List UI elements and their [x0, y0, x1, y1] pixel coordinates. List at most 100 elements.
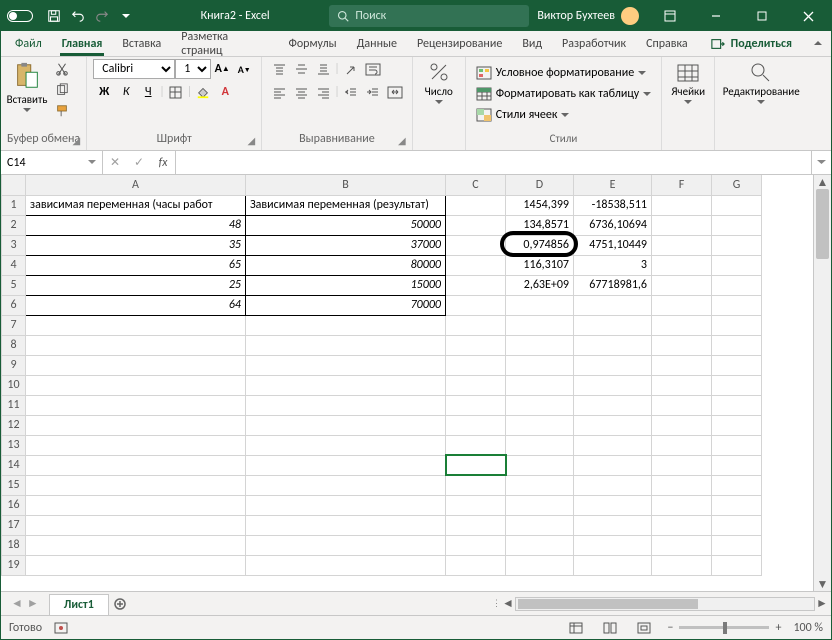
fill-color-icon[interactable]	[192, 82, 214, 102]
cell-A6[interactable]: 64	[26, 295, 246, 315]
cell-E3[interactable]: 4751,10449	[574, 235, 652, 255]
cell-D13[interactable]	[506, 435, 574, 455]
row-header-1[interactable]: 1	[2, 195, 26, 215]
enter-formula-icon[interactable]: ✓	[127, 155, 151, 170]
cell-E12[interactable]	[574, 415, 652, 435]
format-as-table-button[interactable]: Форматировать как таблицу	[472, 84, 655, 104]
cell-F14[interactable]	[652, 455, 712, 475]
cell-G8[interactable]	[712, 335, 762, 355]
cell-A2[interactable]: 48	[26, 215, 246, 235]
cell-D17[interactable]	[506, 515, 574, 535]
align-middle-icon[interactable]	[290, 59, 312, 79]
cell-A13[interactable]	[26, 435, 246, 455]
cell-F7[interactable]	[652, 315, 712, 335]
tab-data[interactable]: Данные	[347, 31, 407, 56]
align-left-icon[interactable]	[268, 82, 290, 102]
format-painter-icon[interactable]	[51, 101, 73, 121]
cell-D16[interactable]	[506, 495, 574, 515]
expand-formula-bar-icon[interactable]	[811, 151, 831, 174]
borders-icon[interactable]	[165, 82, 187, 102]
col-header-E[interactable]: E	[574, 175, 652, 195]
row-header-13[interactable]: 13	[2, 435, 26, 455]
row-header-2[interactable]: 2	[2, 215, 26, 235]
vertical-scrollbar[interactable]: ▲ ▼	[813, 175, 831, 591]
cell-B19[interactable]	[246, 555, 446, 575]
cell-C9[interactable]	[446, 355, 506, 375]
add-sheet-icon[interactable]	[109, 592, 131, 615]
cancel-formula-icon[interactable]: ✕	[103, 155, 127, 170]
cell-D11[interactable]	[506, 395, 574, 415]
font-color-icon[interactable]: А	[214, 82, 236, 102]
cell-F10[interactable]	[652, 375, 712, 395]
tab-insert[interactable]: Вставка	[112, 31, 171, 56]
cell-G19[interactable]	[712, 555, 762, 575]
cell-C14[interactable]	[446, 455, 506, 475]
conditional-formatting-button[interactable]: Условное форматирование	[472, 63, 650, 83]
col-header-F[interactable]: F	[652, 175, 712, 195]
cell-C15[interactable]	[446, 475, 506, 495]
cell-B3[interactable]: 37000	[246, 235, 446, 255]
cell-D6[interactable]	[506, 295, 574, 315]
maximize-icon[interactable]	[739, 1, 785, 31]
orientation-icon[interactable]	[340, 59, 362, 79]
cell-G15[interactable]	[712, 475, 762, 495]
cell-B18[interactable]	[246, 535, 446, 555]
cell-A12[interactable]	[26, 415, 246, 435]
cell-C4[interactable]	[446, 255, 506, 275]
cell-F4[interactable]	[652, 255, 712, 275]
cell-E11[interactable]	[574, 395, 652, 415]
collapse-ribbon-icon[interactable]	[805, 31, 831, 56]
scroll-right-icon[interactable]: ►	[815, 596, 829, 611]
cell-C16[interactable]	[446, 495, 506, 515]
cell-E10[interactable]	[574, 375, 652, 395]
cell-C1[interactable]	[446, 195, 506, 215]
cell-styles-button[interactable]: Стили ячеек	[472, 105, 574, 125]
cell-D9[interactable]	[506, 355, 574, 375]
cell-C18[interactable]	[446, 535, 506, 555]
scroll-thumb[interactable]	[816, 189, 829, 259]
cell-B9[interactable]	[246, 355, 446, 375]
cell-F12[interactable]	[652, 415, 712, 435]
align-right-icon[interactable]	[312, 82, 334, 102]
cell-G10[interactable]	[712, 375, 762, 395]
cell-A16[interactable]	[26, 495, 246, 515]
wrap-text-icon[interactable]	[362, 59, 384, 79]
tab-review[interactable]: Рецензирование	[407, 31, 512, 56]
formula-input[interactable]	[176, 151, 811, 174]
name-box[interactable]: C14	[1, 151, 103, 174]
cell-B4[interactable]: 80000	[246, 255, 446, 275]
cell-G9[interactable]	[712, 355, 762, 375]
cell-B14[interactable]	[246, 455, 446, 475]
col-header-B[interactable]: B	[246, 175, 446, 195]
cell-A14[interactable]	[26, 455, 246, 475]
row-header-19[interactable]: 19	[2, 555, 26, 575]
cell-F3[interactable]	[652, 235, 712, 255]
editing-button[interactable]: Редактирование	[721, 59, 801, 107]
cell-C19[interactable]	[446, 555, 506, 575]
align-center-icon[interactable]	[290, 82, 312, 102]
increase-font-icon[interactable]: A▲	[211, 59, 233, 79]
select-all[interactable]	[2, 175, 26, 195]
autosave-toggle[interactable]	[1, 10, 39, 22]
qat-dropdown-icon[interactable]	[115, 5, 137, 27]
decrease-indent-icon[interactable]	[340, 82, 362, 102]
zoom-out-icon[interactable]: −	[667, 621, 673, 635]
cell-G2[interactable]	[712, 215, 762, 235]
cell-A19[interactable]	[26, 555, 246, 575]
tab-file[interactable]: Файл	[5, 31, 52, 56]
cell-B10[interactable]	[246, 375, 446, 395]
row-header-4[interactable]: 4	[2, 255, 26, 275]
prev-sheet-icon[interactable]: ◄	[11, 596, 23, 611]
cell-E17[interactable]	[574, 515, 652, 535]
cell-G14[interactable]	[712, 455, 762, 475]
cell-G13[interactable]	[712, 435, 762, 455]
col-header-D[interactable]: D	[506, 175, 574, 195]
cell-B6[interactable]: 70000	[246, 295, 446, 315]
cell-C13[interactable]	[446, 435, 506, 455]
cell-E6[interactable]	[574, 295, 652, 315]
cell-E7[interactable]	[574, 315, 652, 335]
cell-G5[interactable]	[712, 275, 762, 295]
paste-button[interactable]: Вставить	[7, 59, 47, 115]
cell-D10[interactable]	[506, 375, 574, 395]
row-header-6[interactable]: 6	[2, 295, 26, 315]
